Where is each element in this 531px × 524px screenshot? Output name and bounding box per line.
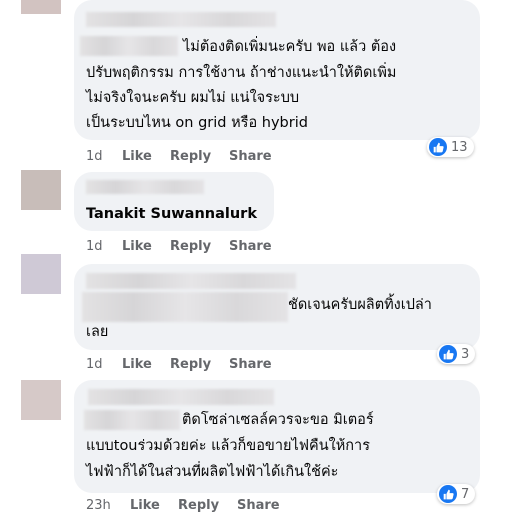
like-button[interactable]: Like (122, 357, 170, 372)
avatar[interactable] (21, 254, 61, 294)
redacted-name (86, 273, 296, 289)
reaction-number: 7 (461, 486, 470, 502)
thumbs-up-icon (429, 138, 447, 156)
avatar[interactable] (21, 380, 61, 420)
like-button[interactable]: Like (130, 498, 178, 513)
timestamp[interactable]: 1d (86, 239, 122, 254)
redacted-mention (84, 410, 180, 430)
reply-button[interactable]: Reply (170, 149, 229, 164)
timestamp[interactable]: 23h (86, 498, 130, 513)
redacted-name (86, 180, 204, 194)
reply-button[interactable]: Reply (170, 357, 229, 372)
comment-text-line: ติดโซล่าเซลล์ควรจะขอ มิเตอร์ (182, 412, 374, 428)
reaction-number: 3 (461, 346, 470, 362)
reply-button[interactable]: Reply (170, 239, 229, 254)
redacted-name (88, 389, 274, 405)
comment-text-line: ไม่ต้องติดเพิ่มนะครับ พอ แล้ว ต้อง (183, 39, 397, 55)
avatar[interactable] (21, 170, 61, 210)
comment-text-line: ไม่จริงใจนะครับ ผมไม่ แน่ใจระบบ (86, 90, 300, 106)
comment-actions: 1d Like Reply Share (86, 357, 272, 372)
share-button[interactable]: Share (229, 149, 272, 164)
like-button[interactable]: Like (122, 239, 170, 254)
comment-actions: 1d Like Reply Share (86, 239, 272, 254)
share-button[interactable]: Share (229, 357, 272, 372)
comment-actions: 23h Like Reply Share (86, 498, 280, 513)
share-button[interactable]: Share (229, 239, 272, 254)
like-button[interactable]: Like (122, 149, 170, 164)
reaction-count[interactable]: 7 (437, 484, 476, 504)
share-button[interactable]: Share (237, 498, 280, 513)
redacted-mention (82, 292, 288, 322)
mentioned-name[interactable]: Tanakit Suwannalurk (86, 206, 257, 222)
reaction-count[interactable]: 13 (427, 137, 474, 157)
comment-bubble: ไม่ต้องติดเพิ่มนะครับ พอ แล้ว ต้อง ปรับพ… (74, 0, 480, 140)
comment-bubble: Tanakit Suwannalurk (74, 172, 274, 231)
timestamp[interactable]: 1d (86, 357, 122, 372)
comment-actions: 1d Like Reply Share (86, 149, 272, 164)
redacted-mention (80, 36, 178, 56)
timestamp[interactable]: 1d (86, 149, 122, 164)
comment-text-line: เลย (86, 324, 109, 340)
redacted-name (86, 12, 276, 27)
comment-text-line: เป็นระบบไหน on grid หรือ hybrid (86, 115, 308, 131)
comment-bubble: ติดโซล่าเซลล์ควรจะขอ มิเตอร์ แบบtouร่วมด… (74, 380, 480, 493)
reaction-number: 13 (451, 139, 468, 155)
reply-button[interactable]: Reply (178, 498, 237, 513)
thumbs-up-icon (439, 345, 457, 363)
thumbs-up-icon (439, 485, 457, 503)
comment-text-line: ไฟฟ้าก็ได้ในส่วนที่ผลิตไฟฟ้าได้เกินใช้ค่… (86, 464, 339, 480)
comment-text-line: ชัดเจนครับผลิตทิ้งเปล่า (288, 297, 432, 313)
comment-text-line: แบบtouร่วมด้วยค่ะ แล้วก็ขอขายไฟคืนให้การ (86, 438, 370, 454)
comment-text-line: ปรับพฤติกรรม การใช้งาน ถ้าช่างแนะนำให้ติ… (86, 65, 397, 81)
reaction-count[interactable]: 3 (437, 344, 476, 364)
comment-bubble: ชัดเจนครับผลิตทิ้งเปล่า เลย (74, 264, 480, 350)
avatar[interactable] (21, 0, 61, 14)
